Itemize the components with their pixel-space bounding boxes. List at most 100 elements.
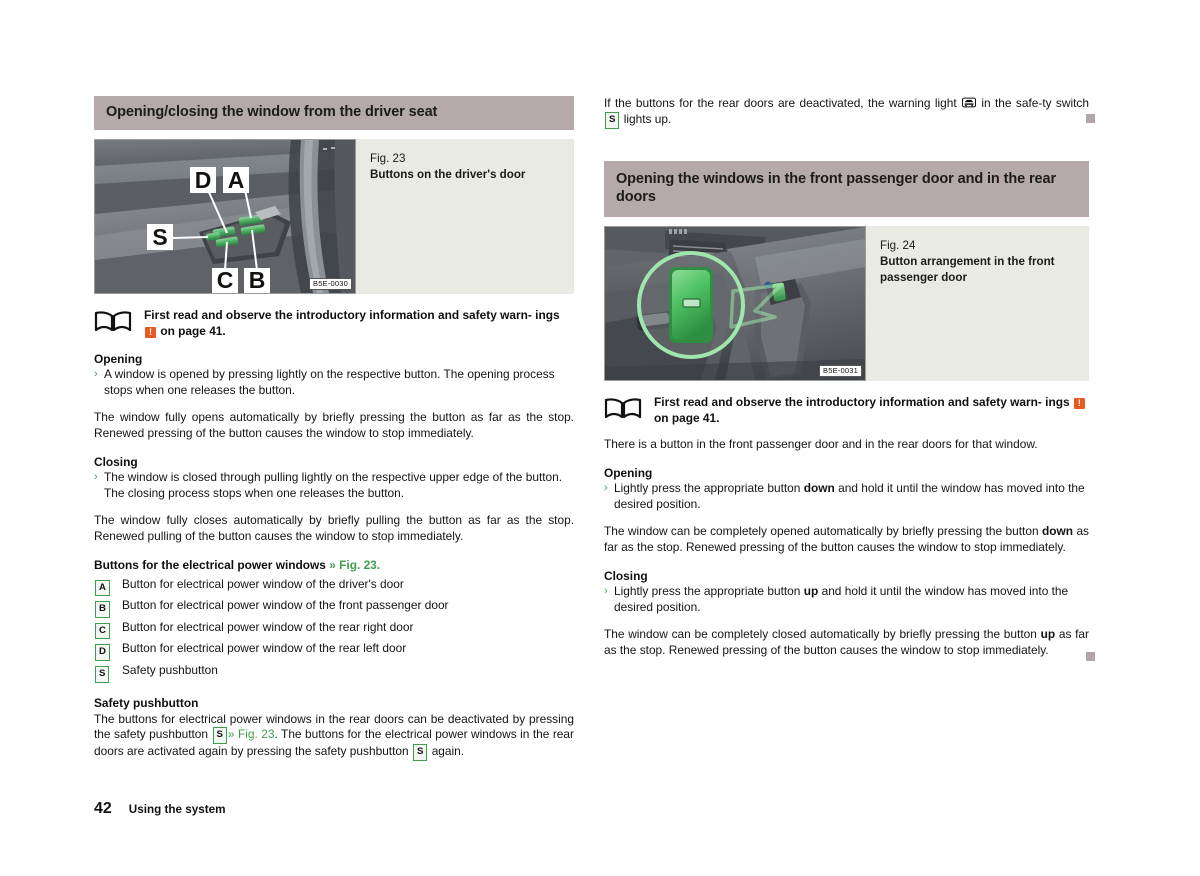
left-opening-bullet: › A window is opened by pressing lightly… bbox=[94, 367, 574, 399]
legend-key-c: C bbox=[94, 618, 122, 640]
figure-23-image: D A S C B B5E-0030 bbox=[94, 138, 356, 294]
figure-24-title-line1: Button arrangement in the front bbox=[880, 254, 1055, 268]
left-closing-bullet-text: The window is closed through pulling lig… bbox=[104, 469, 563, 500]
right-note-text: First read and observe the introductory … bbox=[654, 393, 1089, 426]
right-read-first-note: First read and observe the introductory … bbox=[604, 393, 1089, 426]
figure-24-code: B5E-0031 bbox=[819, 364, 862, 377]
right-closing-paragraph: The window can be completely closed auto… bbox=[604, 627, 1089, 659]
svg-text:C: C bbox=[217, 267, 234, 293]
right-opening-bullet-bold: down bbox=[803, 480, 835, 495]
left-column: Opening/closing the window from the driv… bbox=[94, 96, 574, 761]
safety-pushbutton-paragraph: The buttons for electrical power windows… bbox=[94, 712, 574, 761]
legend-label-d: Button for electrical power window of th… bbox=[122, 641, 407, 656]
right-opening-paragraph: The window can be completely opened auto… bbox=[604, 524, 1089, 556]
right-closing-bullet-a: Lightly press the appropriate button bbox=[614, 583, 801, 598]
end-of-section-marker bbox=[1086, 114, 1095, 123]
safety-text-3: again. bbox=[431, 744, 465, 759]
left-closing-bullet: › The window is closed through pulling l… bbox=[94, 470, 574, 502]
left-note-line3: on page 41. bbox=[160, 323, 226, 338]
figure-24-image: B5E-0031 bbox=[604, 225, 866, 381]
keybox-a: A bbox=[95, 579, 110, 597]
left-read-first-note: First read and observe the introductory … bbox=[94, 306, 574, 339]
keybox-b: B bbox=[95, 601, 110, 618]
right-closing-bullet-bold: up bbox=[803, 583, 819, 598]
right-column: If the buttons for the rear doors are de… bbox=[604, 96, 1089, 659]
chevron-right-icon: › bbox=[94, 367, 98, 380]
figure-24-caption: Fig. 24 Button arrangement in the front … bbox=[866, 226, 1065, 381]
right-section-heading: Opening the windows in the front passeng… bbox=[604, 160, 1089, 217]
warning-exclamation-icon: ! bbox=[145, 326, 156, 338]
right-intro-text-2: in the safe-ty switch bbox=[981, 96, 1089, 110]
legend-label-c: Button for electrical power window of th… bbox=[122, 619, 414, 634]
keybox-s-inline-1: S bbox=[212, 727, 227, 745]
legend-item: S Safety pushbutton bbox=[94, 661, 574, 683]
page-footer: 42 Using the system bbox=[94, 800, 226, 818]
figure-24: B5E-0031 Fig. 24 Button arrangement in t… bbox=[604, 225, 1089, 381]
left-opening-bullet-text: A window is opened by pressing lightly o… bbox=[104, 366, 555, 397]
left-note-text: First read and observe the introductory … bbox=[144, 306, 574, 339]
left-note-line1: First read and observe the introductory … bbox=[144, 307, 532, 322]
chevron-right-icon: › bbox=[604, 481, 608, 494]
figure-23-number: Fig. 23 bbox=[370, 151, 406, 165]
safety-xref-link[interactable]: » Fig. 23 bbox=[228, 727, 275, 741]
right-closing-bullet: › Lightly press the appropriate button u… bbox=[604, 584, 1089, 616]
left-opening-heading: Opening bbox=[94, 351, 143, 366]
keybox-c: C bbox=[95, 622, 110, 640]
legend-item: D Button for electrical power window of … bbox=[94, 639, 574, 661]
legend-key-s: S bbox=[94, 661, 122, 683]
legend-label-s: Safety pushbutton bbox=[122, 662, 218, 677]
svg-text:S: S bbox=[152, 224, 167, 250]
right-closing-para-a: The window can be completely closed auto… bbox=[604, 626, 1037, 641]
left-note-line2: ings bbox=[535, 307, 560, 322]
chevron-right-icon: › bbox=[604, 584, 608, 597]
right-intro-text-3: lights up. bbox=[623, 111, 672, 126]
window-warning-light-icon bbox=[962, 97, 977, 108]
figure-24-title-line2: passenger door bbox=[880, 270, 967, 284]
right-closing-heading: Closing bbox=[604, 568, 648, 583]
keybox-s-intro: S bbox=[605, 111, 620, 129]
footer-section-title: Using the system bbox=[128, 803, 226, 816]
right-opening-bullet-text: Lightly press the appropriate button dow… bbox=[614, 481, 1089, 513]
keybox-d: D bbox=[95, 644, 110, 661]
legend-key-d: D bbox=[94, 639, 122, 661]
safety-pushbutton-heading: Safety pushbutton bbox=[94, 695, 199, 710]
legend-label-a: Button for electrical power window of th… bbox=[122, 576, 404, 591]
manual-page: Opening/closing the window from the driv… bbox=[0, 0, 1200, 876]
right-note-line1: First read and observe the introductory … bbox=[654, 394, 1042, 409]
figure-23-title: Buttons on the driver's door bbox=[370, 167, 526, 181]
right-intro-text-1: If the buttons for the rear doors are de… bbox=[604, 96, 957, 110]
left-opening-paragraph: The window fully opens automatically by … bbox=[94, 409, 574, 440]
end-of-section-marker bbox=[1086, 652, 1095, 661]
left-section-heading: Opening/closing the window from the driv… bbox=[94, 96, 574, 130]
right-closing-bullet-text: Lightly press the appropriate button up … bbox=[614, 584, 1089, 616]
right-opening-para-bold: down bbox=[1041, 523, 1074, 538]
left-closing-paragraph: The window fully closes automatically by… bbox=[94, 512, 574, 543]
svg-text:A: A bbox=[228, 167, 245, 193]
button-legend-list: A Button for electrical power window of … bbox=[94, 575, 574, 683]
legend-label-b: Button for electrical power window of th… bbox=[122, 598, 449, 613]
keybox-s: S bbox=[95, 665, 110, 683]
legend-item: B Button for electrical power window of … bbox=[94, 596, 574, 618]
legend-item: A Button for electrical power window of … bbox=[94, 575, 574, 597]
book-icon bbox=[604, 393, 646, 421]
chevron-right-icon: › bbox=[94, 470, 98, 483]
right-intro-paragraph: If the buttons for the rear doors are de… bbox=[604, 96, 1089, 129]
legend-xref-link[interactable]: » Fig. 23. bbox=[329, 558, 380, 572]
right-note-line2: ings bbox=[1045, 394, 1070, 409]
right-closing-para-bold: up bbox=[1040, 626, 1056, 641]
right-intro-body: There is a button in the front passenger… bbox=[604, 437, 1038, 452]
figure-24-number: Fig. 24 bbox=[880, 238, 916, 252]
legend-item: C Button for electrical power window of … bbox=[94, 618, 574, 640]
figure-23-caption: Fig. 23 Buttons on the driver's door bbox=[356, 139, 535, 294]
figure-23-code: B5E-0030 bbox=[309, 277, 352, 290]
legend-key-b: B bbox=[94, 596, 122, 618]
right-opening-para-a: The window can be completely opened auto… bbox=[604, 523, 1039, 538]
keybox-s-inline-2: S bbox=[412, 744, 428, 761]
right-note-line3: on page 41. bbox=[654, 410, 720, 425]
legend-heading-row: Buttons for the electrical power windows… bbox=[94, 558, 574, 572]
left-closing-heading: Closing bbox=[94, 454, 138, 469]
right-opening-bullet-a: Lightly press the appropriate button bbox=[614, 480, 801, 495]
legend-heading: Buttons for the electrical power windows bbox=[94, 557, 326, 572]
figure-23: D A S C B B5E-0030 Fig. 23 Buttons on th… bbox=[94, 138, 574, 294]
book-icon bbox=[94, 306, 136, 334]
